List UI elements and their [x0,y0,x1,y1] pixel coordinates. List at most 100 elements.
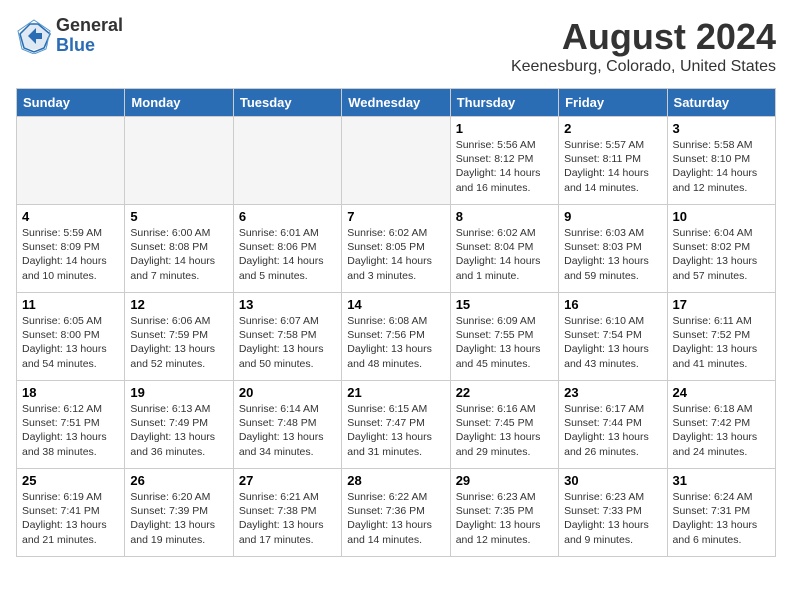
day-info: Sunrise: 6:01 AMSunset: 8:06 PMDaylight:… [239,226,336,283]
day-info: Sunrise: 6:24 AMSunset: 7:31 PMDaylight:… [673,490,770,547]
day-info: Sunrise: 6:09 AMSunset: 7:55 PMDaylight:… [456,314,553,371]
column-header-wednesday: Wednesday [342,89,450,117]
day-number: 23 [564,385,661,400]
day-info: Sunrise: 5:59 AMSunset: 8:09 PMDaylight:… [22,226,119,283]
column-header-friday: Friday [559,89,667,117]
calendar-day-cell: 18 Sunrise: 6:12 AMSunset: 7:51 PMDayligh… [17,381,125,469]
day-info: Sunrise: 6:11 AMSunset: 7:52 PMDaylight:… [673,314,770,371]
day-number: 21 [347,385,444,400]
calendar-day-cell: 27 Sunrise: 6:21 AMSunset: 7:38 PMDayligh… [233,469,341,557]
day-info: Sunrise: 6:05 AMSunset: 8:00 PMDaylight:… [22,314,119,371]
calendar-day-cell: 12 Sunrise: 6:06 AMSunset: 7:59 PMDayligh… [125,293,233,381]
day-number: 5 [130,209,227,224]
calendar-day-cell: 17 Sunrise: 6:11 AMSunset: 7:52 PMDayligh… [667,293,775,381]
day-info: Sunrise: 6:23 AMSunset: 7:35 PMDaylight:… [456,490,553,547]
month-title: August 2024 [511,16,776,58]
calendar-day-cell: 11 Sunrise: 6:05 AMSunset: 8:00 PMDayligh… [17,293,125,381]
calendar-header-row: SundayMondayTuesdayWednesdayThursdayFrid… [17,89,776,117]
calendar-day-cell: 29 Sunrise: 6:23 AMSunset: 7:35 PMDayligh… [450,469,558,557]
calendar-day-cell [125,117,233,205]
calendar-day-cell: 28 Sunrise: 6:22 AMSunset: 7:36 PMDayligh… [342,469,450,557]
day-number: 13 [239,297,336,312]
calendar-day-cell: 1Sunrise: 5:56 AMSunset: 8:12 PMDaylight… [450,117,558,205]
day-number: 2 [564,121,661,136]
calendar-day-cell [233,117,341,205]
day-info: Sunrise: 6:14 AMSunset: 7:48 PMDaylight:… [239,402,336,459]
calendar-day-cell: 21 Sunrise: 6:15 AMSunset: 7:47 PMDayligh… [342,381,450,469]
column-header-monday: Monday [125,89,233,117]
calendar-day-cell: 9Sunrise: 6:03 AMSunset: 8:03 PMDaylight… [559,205,667,293]
day-number: 16 [564,297,661,312]
calendar-day-cell: 22Sunrise: 6:16 AMSunset: 7:45 PMDayligh… [450,381,558,469]
day-info: Sunrise: 6:22 AMSunset: 7:36 PMDaylight:… [347,490,444,547]
day-number: 27 [239,473,336,488]
day-number: 6 [239,209,336,224]
day-info: Sunrise: 6:17 AMSunset: 7:44 PMDaylight:… [564,402,661,459]
day-number: 10 [673,209,770,224]
day-number: 7 [347,209,444,224]
day-number: 18 [22,385,119,400]
day-info: Sunrise: 6:00 AMSunset: 8:08 PMDaylight:… [130,226,227,283]
day-number: 25 [22,473,119,488]
day-info: Sunrise: 5:56 AMSunset: 8:12 PMDaylight:… [456,138,553,195]
calendar-day-cell: 10Sunrise: 6:04 AMSunset: 8:02 PMDayligh… [667,205,775,293]
day-info: Sunrise: 6:10 AMSunset: 7:54 PMDaylight:… [564,314,661,371]
day-number: 8 [456,209,553,224]
calendar-day-cell: 30Sunrise: 6:23 AMSunset: 7:33 PMDayligh… [559,469,667,557]
calendar-day-cell: 5 Sunrise: 6:00 AMSunset: 8:08 PMDaylight… [125,205,233,293]
column-header-sunday: Sunday [17,89,125,117]
calendar-day-cell: 14 Sunrise: 6:08 AMSunset: 7:56 PMDayligh… [342,293,450,381]
day-info: Sunrise: 6:21 AMSunset: 7:38 PMDaylight:… [239,490,336,547]
calendar-day-cell: 2Sunrise: 5:57 AMSunset: 8:11 PMDaylight… [559,117,667,205]
calendar-table: SundayMondayTuesdayWednesdayThursdayFrid… [16,88,776,557]
day-number: 20 [239,385,336,400]
day-number: 11 [22,297,119,312]
day-info: Sunrise: 6:08 AMSunset: 7:56 PMDaylight:… [347,314,444,371]
calendar-day-cell: 31Sunrise: 6:24 AMSunset: 7:31 PMDayligh… [667,469,775,557]
day-info: Sunrise: 6:13 AMSunset: 7:49 PMDaylight:… [130,402,227,459]
column-header-saturday: Saturday [667,89,775,117]
calendar-day-cell: 13 Sunrise: 6:07 AMSunset: 7:58 PMDayligh… [233,293,341,381]
calendar-day-cell: 15 Sunrise: 6:09 AMSunset: 7:55 PMDayligh… [450,293,558,381]
day-number: 12 [130,297,227,312]
column-header-tuesday: Tuesday [233,89,341,117]
calendar-day-cell: 24 Sunrise: 6:18 AMSunset: 7:42 PMDayligh… [667,381,775,469]
day-number: 17 [673,297,770,312]
calendar-day-cell: 16 Sunrise: 6:10 AMSunset: 7:54 PMDayligh… [559,293,667,381]
calendar-week-row: 1Sunrise: 5:56 AMSunset: 8:12 PMDaylight… [17,117,776,205]
calendar-day-cell: 23 Sunrise: 6:17 AMSunset: 7:44 PMDayligh… [559,381,667,469]
day-number: 28 [347,473,444,488]
logo: General Blue [16,16,123,56]
logo-icon [16,18,52,54]
day-info: Sunrise: 6:12 AMSunset: 7:51 PMDaylight:… [22,402,119,459]
calendar-day-cell: 26 Sunrise: 6:20 AMSunset: 7:39 PMDayligh… [125,469,233,557]
calendar-day-cell: 4 Sunrise: 5:59 AMSunset: 8:09 PMDaylight… [17,205,125,293]
day-number: 30 [564,473,661,488]
page-header: General Blue August 2024 Keenesburg, Col… [16,16,776,76]
day-info: Sunrise: 6:19 AMSunset: 7:41 PMDaylight:… [22,490,119,547]
calendar-day-cell [17,117,125,205]
day-info: Sunrise: 6:06 AMSunset: 7:59 PMDaylight:… [130,314,227,371]
day-number: 4 [22,209,119,224]
day-number: 9 [564,209,661,224]
day-number: 24 [673,385,770,400]
day-info: Sunrise: 6:18 AMSunset: 7:42 PMDaylight:… [673,402,770,459]
day-info: Sunrise: 6:02 AMSunset: 8:04 PMDaylight:… [456,226,553,283]
day-info: Sunrise: 6:20 AMSunset: 7:39 PMDaylight:… [130,490,227,547]
calendar-day-cell: 19 Sunrise: 6:13 AMSunset: 7:49 PMDayligh… [125,381,233,469]
day-number: 26 [130,473,227,488]
day-number: 29 [456,473,553,488]
calendar-day-cell: 7 Sunrise: 6:02 AMSunset: 8:05 PMDaylight… [342,205,450,293]
day-number: 19 [130,385,227,400]
day-number: 15 [456,297,553,312]
day-info: Sunrise: 6:15 AMSunset: 7:47 PMDaylight:… [347,402,444,459]
day-info: Sunrise: 6:02 AMSunset: 8:05 PMDaylight:… [347,226,444,283]
calendar-day-cell: 3Sunrise: 5:58 AMSunset: 8:10 PMDaylight… [667,117,775,205]
day-number: 22 [456,385,553,400]
day-info: Sunrise: 6:07 AMSunset: 7:58 PMDaylight:… [239,314,336,371]
column-header-thursday: Thursday [450,89,558,117]
logo-general: General [56,16,123,36]
day-number: 14 [347,297,444,312]
calendar-week-row: 25 Sunrise: 6:19 AMSunset: 7:41 PMDayligh… [17,469,776,557]
calendar-day-cell: 25 Sunrise: 6:19 AMSunset: 7:41 PMDayligh… [17,469,125,557]
